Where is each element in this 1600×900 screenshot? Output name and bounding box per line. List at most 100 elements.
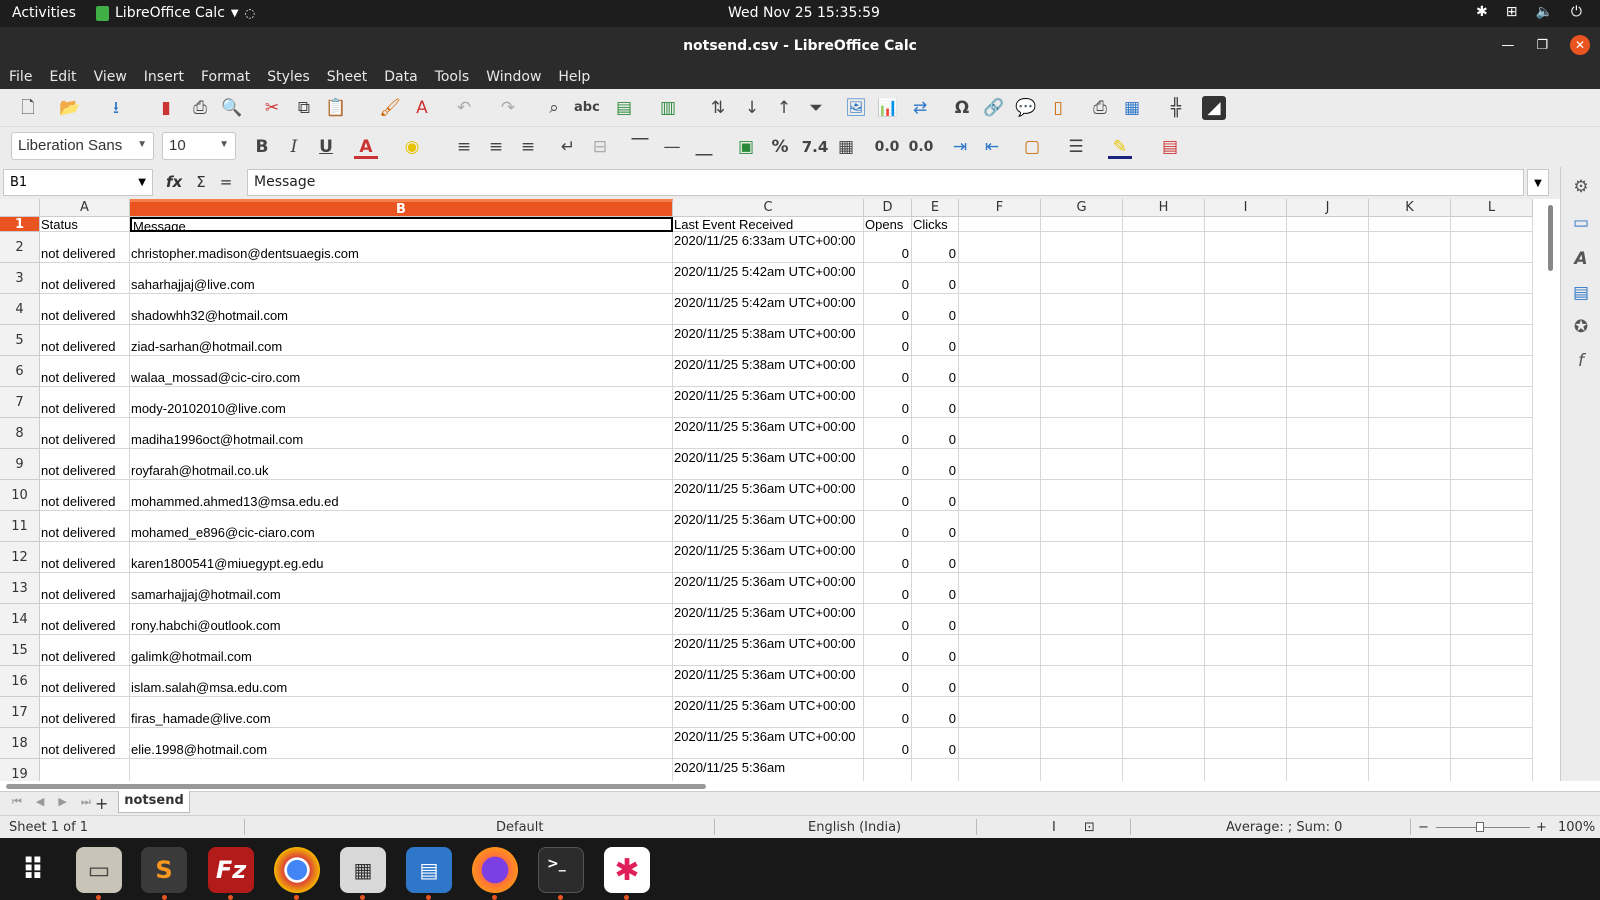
- add-decimal-icon[interactable]: 0.0: [872, 135, 902, 159]
- cell-clicks[interactable]: [912, 759, 959, 781]
- next-sheet-icon[interactable]: ▶: [58, 795, 66, 809]
- cell-message[interactable]: karen1800541@miuegypt.eg.edu: [130, 542, 673, 573]
- row-header[interactable]: 4: [0, 294, 40, 325]
- cell-status[interactable]: not delivered: [40, 232, 130, 263]
- align-middle-icon[interactable]: —: [660, 135, 684, 159]
- empty-cell[interactable]: [1287, 604, 1369, 635]
- italic-icon[interactable]: I: [282, 135, 306, 159]
- pdf-icon[interactable]: ▮: [154, 96, 178, 120]
- cell-last-event[interactable]: 2020/11/25 5:36am UTC+00:00: [673, 573, 864, 604]
- document-modified-icon[interactable]: ⊡: [1084, 820, 1095, 835]
- zoom-level[interactable]: 100%: [1558, 820, 1595, 835]
- menu-view[interactable]: View: [94, 65, 127, 89]
- styles-icon[interactable]: A: [1569, 247, 1593, 271]
- row-header[interactable]: 10: [0, 480, 40, 511]
- empty-cell[interactable]: [1451, 325, 1533, 356]
- cell-opens[interactable]: 0: [864, 449, 912, 480]
- column-icon[interactable]: ▥: [656, 96, 680, 120]
- name-box[interactable]: B1 ▼: [3, 169, 153, 196]
- empty-cell[interactable]: [1451, 294, 1533, 325]
- column-title-opens[interactable]: Opens: [864, 217, 912, 232]
- empty-cell[interactable]: [959, 449, 1041, 480]
- empty-cell[interactable]: [1205, 511, 1287, 542]
- clock[interactable]: Wed Nov 25 15:35:59: [728, 5, 880, 21]
- cell-clicks[interactable]: 0: [912, 263, 959, 294]
- chevron-down-icon[interactable]: ▼: [137, 139, 147, 150]
- empty-cell[interactable]: [959, 604, 1041, 635]
- activities-button[interactable]: Activities: [12, 5, 76, 21]
- date-format-icon[interactable]: ▦: [834, 135, 858, 159]
- column-header-e[interactable]: E: [912, 199, 959, 217]
- empty-cell[interactable]: [1369, 480, 1451, 511]
- cell-status[interactable]: not delivered: [40, 697, 130, 728]
- empty-cell[interactable]: [1205, 604, 1287, 635]
- menu-window[interactable]: Window: [486, 65, 541, 89]
- vertical-scrollbar[interactable]: [1540, 199, 1560, 779]
- row-header[interactable]: 14: [0, 604, 40, 635]
- empty-cell[interactable]: [1287, 325, 1369, 356]
- row-header[interactable]: 8: [0, 418, 40, 449]
- sort-icon[interactable]: ⇅: [706, 96, 730, 120]
- cut-icon[interactable]: ✂: [260, 96, 284, 120]
- empty-cell[interactable]: [1287, 697, 1369, 728]
- column-title-status[interactable]: Status: [40, 217, 130, 232]
- cell-status[interactable]: not delivered: [40, 387, 130, 418]
- empty-cell[interactable]: [1123, 418, 1205, 449]
- cell-opens[interactable]: 0: [864, 294, 912, 325]
- spellcheck-icon[interactable]: abc: [574, 96, 600, 120]
- cell-opens[interactable]: 0: [864, 635, 912, 666]
- cell-message[interactable]: [130, 759, 673, 781]
- row-header[interactable]: 3: [0, 263, 40, 294]
- cell-last-event[interactable]: 2020/11/25 5:36am UTC+00:00: [673, 666, 864, 697]
- cell-message[interactable]: samarhajjaj@hotmail.com: [130, 573, 673, 604]
- cell-clicks[interactable]: 0: [912, 511, 959, 542]
- empty-cell[interactable]: [1041, 511, 1123, 542]
- save-icon[interactable]: ⭳: [104, 96, 128, 120]
- empty-cell[interactable]: [1123, 759, 1205, 781]
- row-header[interactable]: 9: [0, 449, 40, 480]
- cell-clicks[interactable]: 0: [912, 449, 959, 480]
- empty-cell[interactable]: [1123, 217, 1205, 232]
- empty-cell[interactable]: [1369, 387, 1451, 418]
- slack-tray-icon[interactable]: ✱: [1476, 4, 1488, 20]
- empty-cell[interactable]: [1451, 635, 1533, 666]
- menu-styles[interactable]: Styles: [267, 65, 309, 89]
- print-icon[interactable]: ⎙: [188, 96, 212, 120]
- column-header-b[interactable]: B: [130, 199, 673, 217]
- cell-opens[interactable]: 0: [864, 387, 912, 418]
- chevron-down-icon[interactable]: ▼: [219, 139, 229, 150]
- column-header-g[interactable]: G: [1041, 199, 1123, 217]
- empty-cell[interactable]: [1451, 232, 1533, 263]
- functions-icon[interactable]: f: [1569, 349, 1593, 373]
- sheet-tab-notsend[interactable]: notsend: [118, 791, 190, 813]
- column-header-h[interactable]: H: [1123, 199, 1205, 217]
- cell-opens[interactable]: [864, 759, 912, 781]
- cell-last-event[interactable]: 2020/11/25 5:36am UTC+00:00: [673, 387, 864, 418]
- empty-cell[interactable]: [1123, 232, 1205, 263]
- column-title-message[interactable]: Message: [130, 217, 673, 232]
- cell-message[interactable]: ziad-sarhan@hotmail.com: [130, 325, 673, 356]
- special-char-icon[interactable]: Ω: [950, 96, 974, 120]
- align-bottom-icon[interactable]: ⎽: [692, 135, 716, 159]
- empty-cell[interactable]: [1287, 356, 1369, 387]
- hyperlink-icon[interactable]: 🔗: [982, 96, 1006, 120]
- cell-last-event[interactable]: 2020/11/25 5:36am UTC+00:00: [673, 511, 864, 542]
- row-header[interactable]: 19: [0, 759, 40, 781]
- empty-cell[interactable]: [1041, 449, 1123, 480]
- empty-cell[interactable]: [1369, 511, 1451, 542]
- empty-cell[interactable]: [1287, 232, 1369, 263]
- empty-cell[interactable]: [959, 418, 1041, 449]
- system-tray[interactable]: ✱ ⊞ 🔈 ⏻: [1476, 4, 1582, 20]
- empty-cell[interactable]: [1205, 635, 1287, 666]
- empty-cell[interactable]: [1287, 294, 1369, 325]
- empty-cell[interactable]: [1041, 480, 1123, 511]
- empty-cell[interactable]: [1041, 263, 1123, 294]
- column-header-l[interactable]: L: [1451, 199, 1533, 217]
- cell-last-event[interactable]: 2020/11/25 5:42am UTC+00:00: [673, 294, 864, 325]
- column-header-j[interactable]: J: [1287, 199, 1369, 217]
- cell-opens[interactable]: 0: [864, 356, 912, 387]
- empty-cell[interactable]: [1369, 217, 1451, 232]
- empty-cell[interactable]: [1205, 480, 1287, 511]
- cell-status[interactable]: not delivered: [40, 511, 130, 542]
- empty-cell[interactable]: [1451, 573, 1533, 604]
